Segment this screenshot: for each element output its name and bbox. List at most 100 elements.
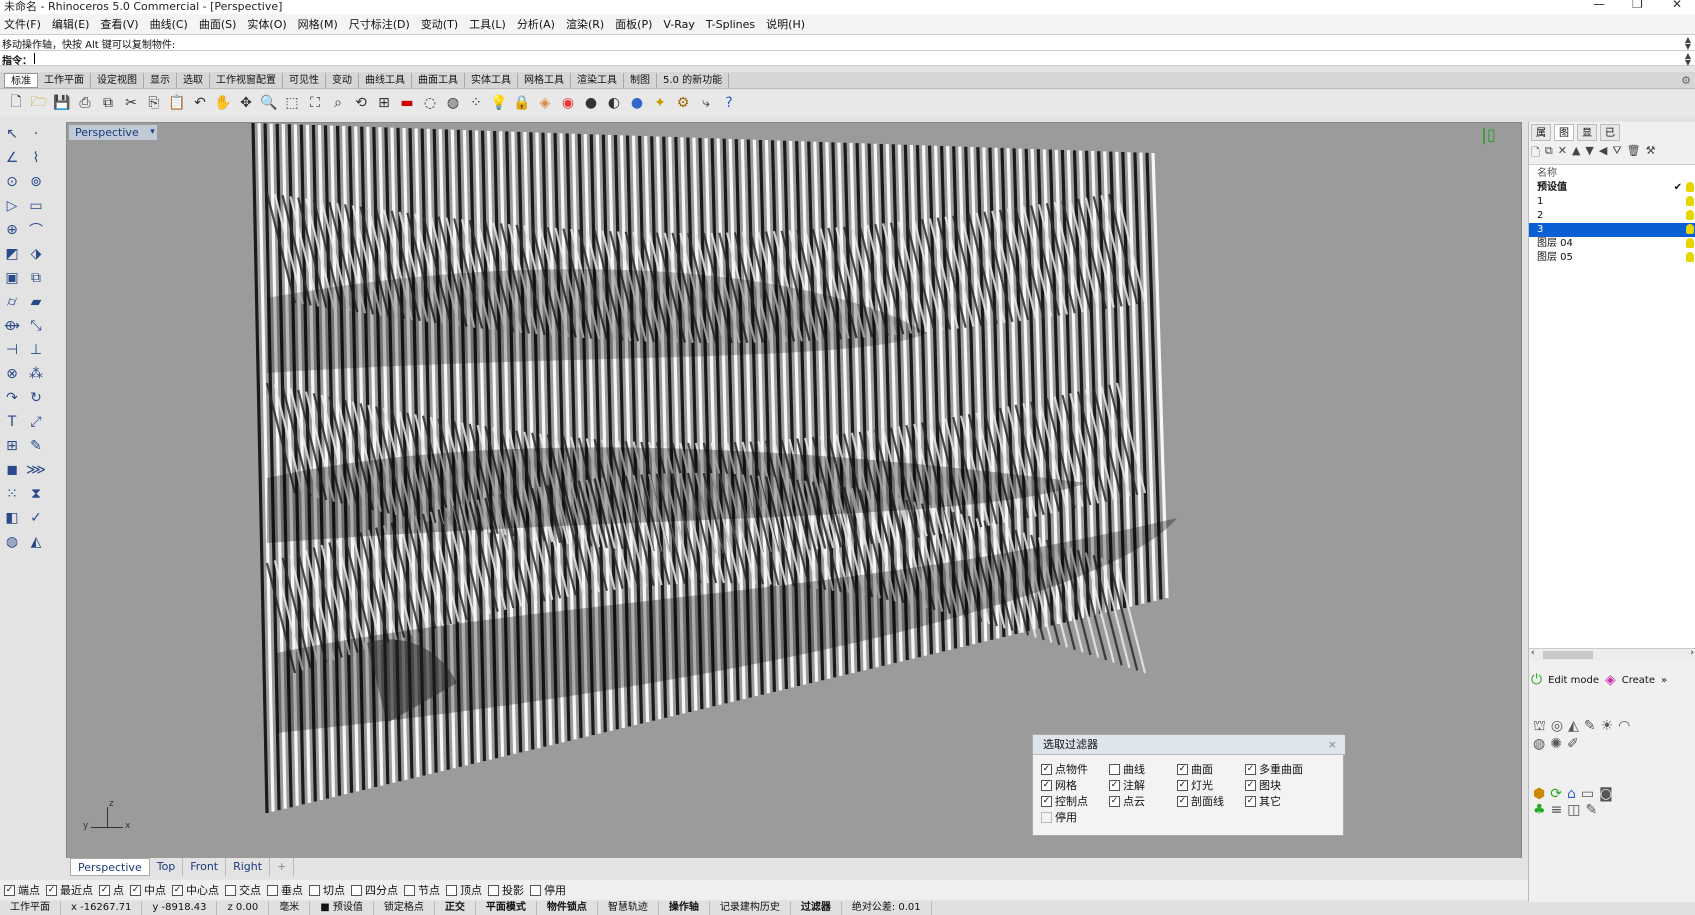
checkbox[interactable] xyxy=(1041,811,1052,823)
flow-icon[interactable]: ⤷ xyxy=(696,93,716,113)
status-layer[interactable]: ■ 预设值 xyxy=(310,901,374,915)
arc-icon[interactable]: ⊕ xyxy=(2,220,22,240)
arc-tool-icon[interactable]: ◠ xyxy=(1618,718,1635,734)
cone-icon[interactable]: ◭ xyxy=(1568,718,1584,734)
filter-item[interactable]: ✓ 点云 xyxy=(1109,793,1145,809)
solid-icon[interactable]: ◼ xyxy=(2,460,22,480)
move-up-icon[interactable]: ▲ xyxy=(1572,144,1580,160)
menu-surface[interactable]: 曲面(S) xyxy=(199,16,237,32)
filter-item[interactable]: ✓ 其它 xyxy=(1245,793,1281,809)
status-units[interactable]: 毫米 xyxy=(269,901,311,915)
light-bulb-icon[interactable] xyxy=(1686,196,1694,206)
light-bulb-icon[interactable] xyxy=(1686,210,1694,220)
chevron-right-icon[interactable]: » xyxy=(1661,675,1667,686)
tab-display[interactable]: 显 xyxy=(1577,124,1597,141)
print-icon[interactable]: ⎙ xyxy=(75,93,95,113)
save-icon[interactable]: 💾 xyxy=(52,93,72,113)
viewport-layout-icon[interactable]: ⊞ xyxy=(374,93,394,113)
render-sphere-icon[interactable]: ● xyxy=(627,93,647,113)
checkbox[interactable] xyxy=(488,884,499,896)
shaded-sphere-icon[interactable]: ● xyxy=(581,93,601,113)
checkbox[interactable]: ✓ xyxy=(1177,779,1188,791)
filter-item[interactable]: ✓ 网格 xyxy=(1041,777,1077,793)
polyline-icon[interactable]: ∠ xyxy=(2,148,22,168)
checkbox[interactable]: ✓ xyxy=(1041,795,1052,807)
gear-icon[interactable]: ⚙ xyxy=(1681,74,1691,87)
checkbox[interactable] xyxy=(309,884,320,896)
scroll-thumb[interactable] xyxy=(1543,651,1593,659)
status-osnap[interactable]: 物件锁点 xyxy=(537,901,598,915)
zoom-icon[interactable]: 🔍 xyxy=(259,93,279,113)
layer-row[interactable]: 预设值 ✔ xyxy=(1529,181,1695,195)
osnap-item[interactable]: 顶点 xyxy=(446,882,482,898)
tab-curve-tools[interactable]: 曲线工具 xyxy=(359,72,412,88)
menu-file[interactable]: 文件(F) xyxy=(4,16,41,32)
filter-item[interactable]: ✓ 灯光 xyxy=(1177,777,1213,793)
filter-item[interactable]: ✓ 图块 xyxy=(1245,777,1281,793)
tools-icon[interactable]: ⚒ xyxy=(1646,144,1656,160)
join-icon[interactable]: ⊗ xyxy=(2,364,22,384)
layer-row[interactable]: 2 xyxy=(1529,209,1695,223)
tab-properties[interactable]: 属 xyxy=(1531,124,1551,141)
selection-filter-title[interactable]: 选取过滤器 xyxy=(1033,735,1345,755)
trash-icon[interactable]: 🗑 xyxy=(1627,144,1641,160)
zoom-window-icon[interactable]: ⬚ xyxy=(282,93,302,113)
checkbox[interactable]: ✓ xyxy=(1245,763,1256,775)
array-icon[interactable]: ⁙ xyxy=(2,484,22,504)
ellipse-icon[interactable]: ⊚ xyxy=(26,172,46,192)
osnap-item[interactable]: ✓ 最近点 xyxy=(46,882,93,898)
checkbox[interactable]: ✓ xyxy=(1177,795,1188,807)
text-icon[interactable]: T xyxy=(2,412,22,432)
plane-icon[interactable]: ▰ xyxy=(26,292,46,312)
filter-item[interactable]: ✓ 点物件 xyxy=(1041,761,1088,777)
mesh-icon[interactable]: ⋙ xyxy=(26,460,46,480)
checkbox[interactable]: ✓ xyxy=(1109,779,1120,791)
split-icon[interactable]: ⊥ xyxy=(26,340,46,360)
maximize-button[interactable]: ❐ xyxy=(1632,0,1643,11)
menu-edit[interactable]: 编辑(E) xyxy=(52,16,90,32)
tab-layers[interactable]: 图 xyxy=(1554,124,1574,141)
checkbox[interactable] xyxy=(530,884,541,896)
menu-help[interactable]: 说明(H) xyxy=(766,16,805,32)
tab-standard[interactable]: 标准 xyxy=(4,72,38,88)
menu-tsplines[interactable]: T-Splines xyxy=(706,18,755,31)
osnap-item[interactable]: 投影 xyxy=(488,882,524,898)
filter-item[interactable]: 停用 xyxy=(1041,809,1077,825)
select-arrow-icon[interactable]: ↖ xyxy=(2,124,22,144)
osnap-item[interactable]: ✓ 端点 xyxy=(4,882,40,898)
command-line[interactable]: 指令： ▲ ▼ xyxy=(0,50,1695,67)
transform-icon[interactable]: ⟴ xyxy=(2,316,22,336)
edit-mode-label[interactable]: Edit mode xyxy=(1548,675,1599,686)
copy-icon[interactable]: ⎘ xyxy=(144,93,164,113)
primitive-icon[interactable]: ⛫ xyxy=(1533,718,1551,734)
menu-solid[interactable]: 实体(O) xyxy=(247,16,286,32)
checkbox[interactable]: ✓ xyxy=(46,884,57,896)
rectangle-icon[interactable]: ▭ xyxy=(26,196,46,216)
explode-icon[interactable]: ⁂ xyxy=(26,364,46,384)
create-label[interactable]: Create xyxy=(1622,675,1655,686)
camera-icon[interactable]: ◙ xyxy=(1599,786,1618,802)
tab-surface-tools[interactable]: 曲面工具 xyxy=(412,72,465,88)
new-sublayer-icon[interactable]: ⧉ xyxy=(1545,144,1553,160)
tab-viewport-layout[interactable]: 工作视窗配置 xyxy=(210,72,283,88)
filter-icon[interactable]: ⛛ xyxy=(1612,144,1621,160)
layer-horizontal-scrollbar[interactable]: ‹ › xyxy=(1529,648,1695,660)
settings-icon[interactable]: ≡ xyxy=(1551,802,1568,818)
sun-icon[interactable]: ☀ xyxy=(1601,718,1619,734)
osnap-item[interactable]: 交点 xyxy=(225,882,261,898)
light-bulb-icon[interactable]: 💡 xyxy=(489,93,509,113)
tab-set-view[interactable]: 设定视图 xyxy=(91,72,144,88)
layer-icon[interactable]: ◈ xyxy=(535,93,555,113)
status-grid-snap[interactable]: 锁定格点 xyxy=(374,901,435,915)
tab-mesh-tools[interactable]: 网格工具 xyxy=(518,72,571,88)
osnap-item[interactable]: ✓ 点 xyxy=(99,882,124,898)
extrude-icon[interactable]: ⬗ xyxy=(26,244,46,264)
minimize-button[interactable]: — xyxy=(1593,0,1605,11)
pan-hand-icon[interactable]: ✋ xyxy=(213,93,233,113)
checkbox[interactable]: ✓ xyxy=(1041,763,1052,775)
checkbox[interactable]: ✓ xyxy=(1245,795,1256,807)
layer-row[interactable]: 图层 04 xyxy=(1529,237,1695,251)
menu-dimension[interactable]: 尺寸标注(D) xyxy=(349,16,410,32)
check-icon[interactable]: ✓ xyxy=(26,508,46,528)
circle-icon[interactable]: ⊙ xyxy=(2,172,22,192)
